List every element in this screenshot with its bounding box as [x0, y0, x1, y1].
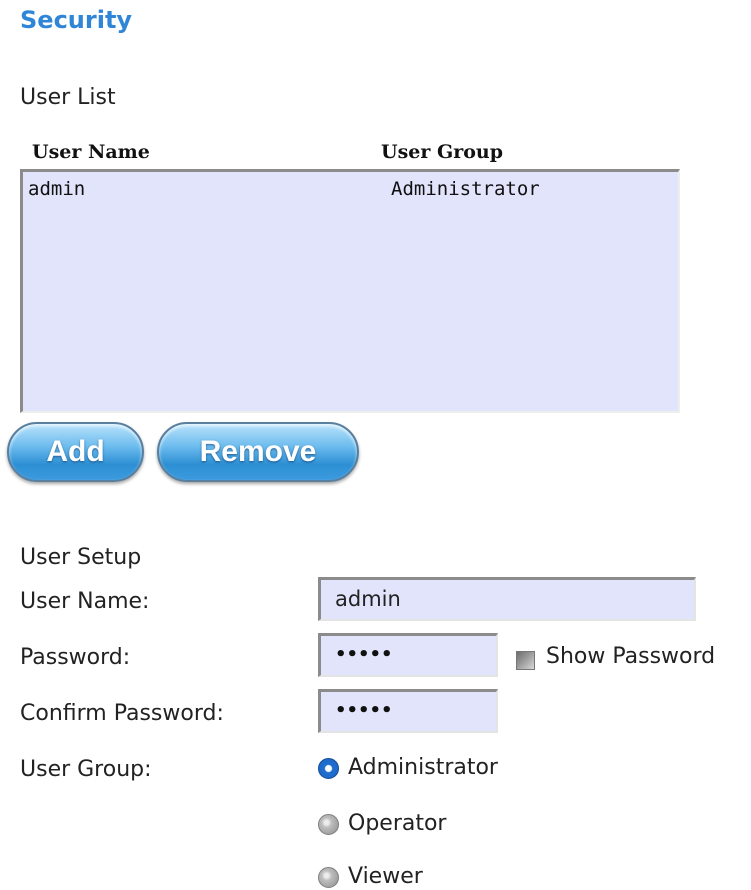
add-button[interactable]: Add	[7, 422, 144, 482]
user-setup-heading: User Setup	[20, 545, 142, 570]
confirm-password-label: Confirm Password:	[20, 701, 224, 726]
radio-operator-label[interactable]: Operator	[348, 811, 446, 836]
show-password-checkbox-icon[interactable]	[516, 651, 535, 670]
confirm-password-field[interactable]: •••••	[318, 689, 498, 733]
show-password-label[interactable]: Show Password	[546, 644, 715, 669]
column-header-user-group: User Group	[381, 141, 503, 163]
page-title: Security	[20, 6, 133, 34]
user-group-label: User Group:	[20, 757, 152, 782]
user-list-heading: User List	[20, 85, 116, 110]
user-name-field[interactable]: admin	[318, 577, 696, 621]
list-item-user-name: admin	[28, 178, 86, 200]
password-field[interactable]: •••••	[318, 633, 498, 677]
radio-viewer-unchecked-icon[interactable]	[318, 867, 339, 888]
user-name-label: User Name:	[20, 589, 150, 614]
user-list-box[interactable]: admin Administrator	[20, 169, 680, 413]
password-label: Password:	[20, 645, 131, 670]
list-item[interactable]: admin Administrator	[23, 172, 678, 206]
remove-button[interactable]: Remove	[157, 422, 359, 482]
list-item-user-group: Administrator	[391, 178, 540, 200]
radio-operator-unchecked-icon[interactable]	[318, 814, 339, 835]
column-header-user-name: User Name	[32, 141, 150, 163]
radio-administrator-label[interactable]: Administrator	[348, 755, 498, 780]
radio-administrator-checked-icon[interactable]	[318, 758, 339, 779]
radio-viewer-label[interactable]: Viewer	[348, 864, 423, 889]
